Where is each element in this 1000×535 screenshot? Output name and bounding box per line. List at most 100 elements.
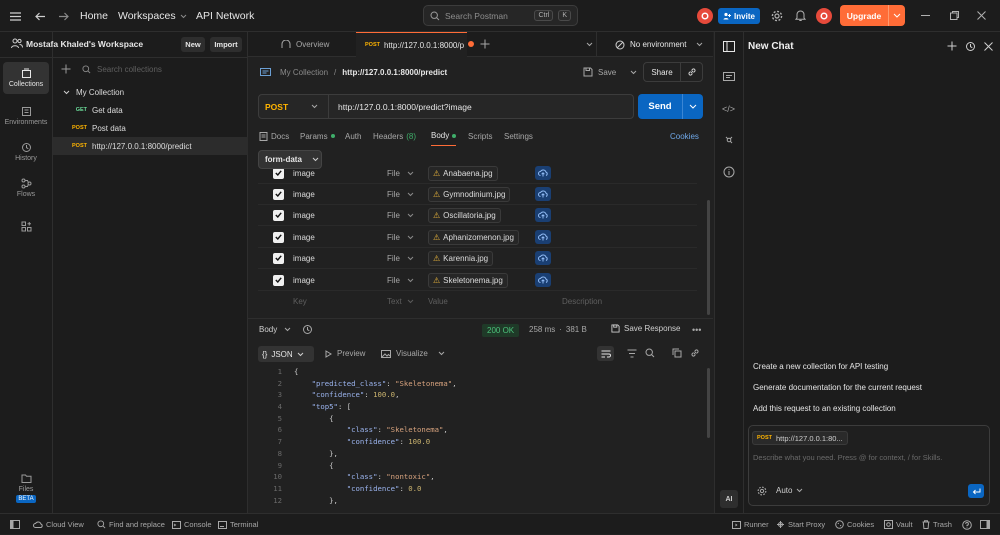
tab-auth[interactable]: Auth	[345, 126, 361, 146]
row-key[interactable]: image	[293, 190, 315, 199]
find-replace-button[interactable]: Find and replace	[97, 514, 165, 535]
row-key[interactable]: image	[293, 169, 315, 178]
back-arrow-icon[interactable]	[35, 0, 46, 32]
tab-overview[interactable]: Overview	[281, 32, 329, 57]
collection-search-input[interactable]: Search collections	[82, 65, 162, 74]
visualize-button[interactable]: Visualize	[381, 349, 445, 358]
chat-send-button[interactable]	[968, 484, 984, 498]
row-checkbox[interactable]	[273, 274, 284, 286]
save-button[interactable]: Save	[583, 67, 637, 77]
toggle-sidebar-icon[interactable]	[10, 514, 20, 535]
suggestion-item[interactable]: Add this request to an existing collecti…	[753, 404, 896, 413]
key-placeholder[interactable]: Key	[293, 297, 307, 306]
response-body-select[interactable]: Body	[259, 325, 291, 334]
url-input[interactable]: http://127.0.0.1:8000/predict?image	[338, 95, 472, 118]
rail-environments[interactable]: Environments	[3, 100, 49, 132]
body-type-select[interactable]: form-data	[258, 150, 322, 169]
request-item[interactable]: GET Get data	[53, 101, 248, 119]
rail-files[interactable]: Files BETA	[3, 468, 49, 508]
settings-gear-icon[interactable]	[771, 10, 783, 22]
user-avatar[interactable]	[816, 8, 832, 24]
toggle-right-panel-icon[interactable]	[980, 514, 990, 535]
chat-settings-gear-icon[interactable]	[757, 486, 767, 496]
console-button[interactable]: Console	[172, 514, 212, 535]
upload-icon[interactable]	[535, 187, 551, 201]
new-button[interactable]: New	[181, 37, 205, 52]
row-type[interactable]: File	[387, 276, 400, 285]
mode-select[interactable]: Auto	[776, 486, 803, 495]
notification-bell-icon[interactable]	[795, 9, 806, 22]
global-search-input[interactable]: Search Postman Ctrl K	[423, 5, 578, 26]
breadcrumb-current[interactable]: http://127.0.0.1:8000/predict	[342, 68, 447, 77]
start-proxy-button[interactable]: Start Proxy	[776, 514, 825, 535]
row-checkbox[interactable]	[273, 231, 284, 243]
file-chip[interactable]: ⚠ Aphanizomenon.jpg	[428, 230, 519, 245]
file-chip[interactable]: ⚠ Anabaena.jpg	[428, 166, 498, 181]
search-icon[interactable]	[645, 348, 655, 358]
share-button[interactable]: Share	[644, 68, 680, 77]
wrap-lines-icon[interactable]	[597, 346, 614, 361]
trash-button[interactable]: Trash	[922, 514, 952, 535]
terminal-button[interactable]: Terminal	[218, 514, 258, 535]
tab-body[interactable]: Body	[431, 126, 457, 146]
tab-scripts[interactable]: Scripts	[468, 126, 492, 146]
workspace-name[interactable]: Mostafa Khaled's Workspace	[26, 39, 143, 49]
row-key[interactable]: image	[293, 211, 315, 220]
related-icon[interactable]	[723, 134, 735, 146]
tab-active-request[interactable]: POST http://127.0.0.1:8000/p	[356, 32, 467, 57]
code-icon[interactable]: </>	[722, 104, 735, 114]
minimize-icon[interactable]	[921, 15, 930, 16]
upload-icon[interactable]	[535, 166, 551, 180]
chat-icon[interactable]	[723, 41, 735, 52]
breadcrumb-parent[interactable]: My Collection	[280, 68, 328, 77]
suggestion-item[interactable]: Generate documentation for the current r…	[753, 383, 922, 392]
cloud-view-button[interactable]: Cloud View	[33, 514, 84, 535]
more-options-icon[interactable]: •••	[692, 325, 701, 335]
preview-button[interactable]: Preview	[325, 349, 365, 358]
cookies-button[interactable]: Cookies	[835, 514, 874, 535]
row-checkbox[interactable]	[273, 252, 284, 264]
api-network-link[interactable]: API Network	[196, 0, 254, 32]
row-type[interactable]: File	[387, 254, 400, 263]
workspaces-menu[interactable]: Workspaces	[118, 0, 187, 32]
help-icon[interactable]	[962, 514, 972, 535]
row-type[interactable]: File	[387, 169, 400, 178]
rail-apps[interactable]	[3, 210, 49, 242]
row-checkbox[interactable]	[273, 188, 284, 200]
row-checkbox[interactable]	[273, 209, 284, 221]
environment-select[interactable]: No environment	[596, 32, 713, 57]
file-chip[interactable]: ⚠ Skeletonema.jpg	[428, 273, 508, 288]
suggestion-item[interactable]: Create a new collection for API testing	[753, 362, 888, 371]
rail-collections[interactable]: Collections	[3, 62, 49, 94]
close-window-icon[interactable]	[977, 11, 986, 20]
request-item-active[interactable]: POST http://127.0.0.1:8000/predict	[53, 137, 248, 155]
vault-button[interactable]: Vault	[884, 514, 913, 535]
restore-window-icon[interactable]	[950, 11, 959, 20]
method-select[interactable]: POST	[259, 95, 329, 118]
response-scrollbar[interactable]	[707, 368, 710, 438]
team-avatar[interactable]	[697, 8, 713, 24]
formdata-scrollbar[interactable]	[707, 200, 710, 315]
invite-button[interactable]: Invite	[718, 8, 760, 24]
send-chevron-icon[interactable]	[689, 104, 697, 109]
copy-link-icon[interactable]	[690, 348, 700, 358]
row-checkbox[interactable]	[273, 167, 284, 179]
ai-agent-icon[interactable]: AI	[720, 490, 738, 508]
row-key[interactable]: image	[293, 276, 315, 285]
format-select[interactable]: {} JSON	[258, 346, 314, 362]
response-code[interactable]: 1{ 2 "predicted_class": "Skeletonema", 3…	[258, 366, 703, 512]
chat-input[interactable]: Describe what you need. Press @ for cont…	[753, 453, 942, 462]
menu-icon[interactable]	[10, 0, 21, 32]
tab-settings[interactable]: Settings	[504, 126, 533, 146]
info-icon[interactable]	[723, 166, 735, 178]
upgrade-chevron-icon[interactable]	[893, 13, 901, 18]
send-button[interactable]: Send	[638, 94, 703, 119]
row-key[interactable]: image	[293, 233, 315, 242]
value-placeholder[interactable]: Value	[428, 297, 448, 306]
type-placeholder[interactable]: Text	[387, 297, 402, 306]
copy-link-icon[interactable]	[687, 67, 697, 77]
rail-flows[interactable]: Flows	[3, 172, 49, 204]
runner-button[interactable]: Runner	[732, 514, 769, 535]
response-history-icon[interactable]	[302, 324, 313, 335]
tab-params[interactable]: Params	[300, 126, 335, 146]
